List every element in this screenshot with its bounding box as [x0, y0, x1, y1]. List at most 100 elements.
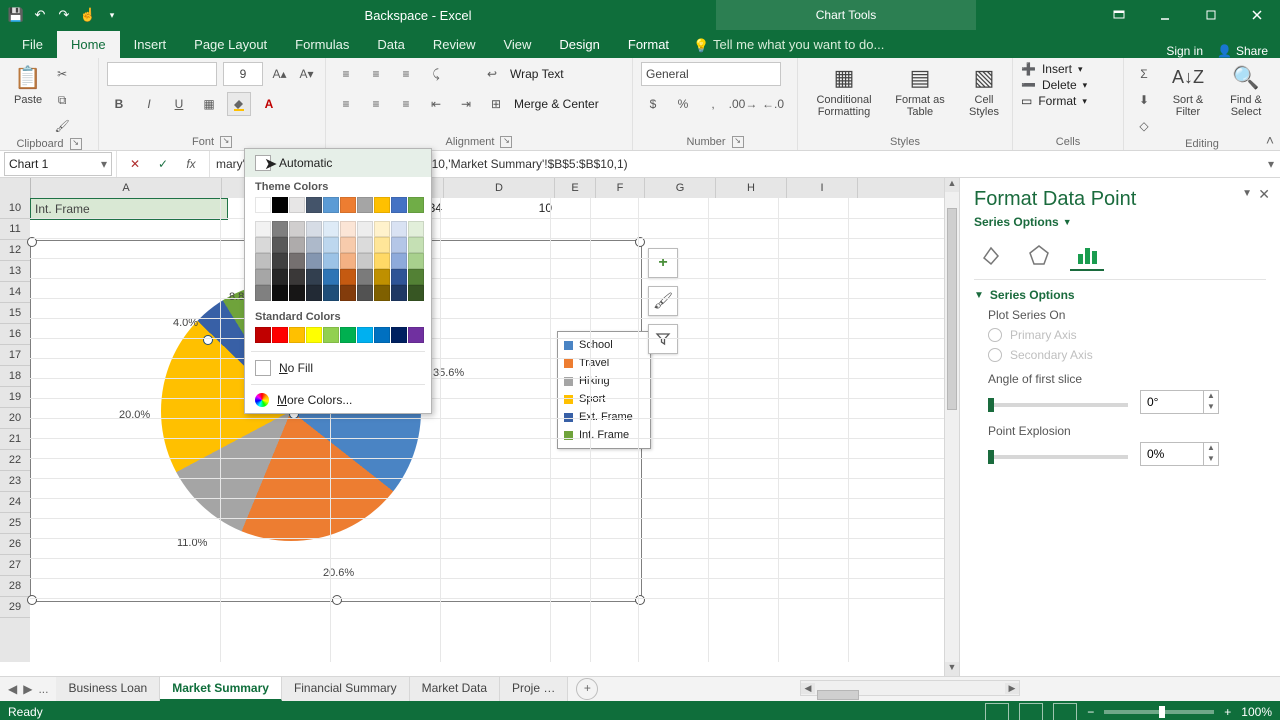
number-dialog-launcher[interactable]: ↘ — [732, 136, 744, 148]
tell-me-input[interactable]: 💡 Tell me what you want to do... — [683, 31, 1166, 58]
autosum-icon[interactable]: Σ — [1132, 62, 1156, 86]
legend-item[interactable]: Sport — [564, 390, 644, 408]
color-swatch[interactable] — [323, 237, 339, 253]
wrap-text-button[interactable]: Wrap Text — [510, 67, 564, 81]
save-icon[interactable]: 💾 — [8, 7, 24, 23]
borders-icon[interactable]: ▦ — [197, 92, 221, 116]
font-name-input[interactable] — [107, 62, 217, 86]
number-format-select[interactable] — [641, 62, 781, 86]
sheets-more-icon[interactable]: ... — [38, 682, 48, 696]
clipboard-dialog-launcher[interactable]: ↘ — [70, 138, 82, 150]
color-swatch[interactable] — [340, 253, 356, 269]
angle-input[interactable] — [1141, 392, 1203, 412]
row-header-13[interactable]: 13 — [0, 261, 30, 282]
color-swatch[interactable] — [391, 253, 407, 269]
horizontal-scrollbar[interactable]: ◀ ▶ — [800, 680, 1020, 696]
maximize-icon[interactable] — [1188, 0, 1234, 30]
resize-handle[interactable] — [332, 595, 342, 605]
color-swatch[interactable] — [323, 285, 339, 301]
explosion-spinbox[interactable]: ▲▼ — [1140, 442, 1219, 466]
fill-line-tab-icon[interactable] — [974, 241, 1008, 269]
color-swatch[interactable] — [408, 221, 424, 237]
touch-mode-icon[interactable]: ☝ — [80, 7, 96, 23]
color-swatch[interactable] — [255, 221, 271, 237]
color-swatch[interactable] — [357, 285, 373, 301]
row-header-17[interactable]: 17 — [0, 345, 30, 366]
hscroll-thumb[interactable] — [817, 690, 859, 700]
series-options-section[interactable]: ▼Series Options — [974, 288, 1266, 302]
color-swatch[interactable] — [289, 197, 305, 213]
color-swatch[interactable] — [306, 327, 322, 343]
color-swatch[interactable] — [374, 221, 390, 237]
scroll-thumb[interactable] — [947, 208, 957, 410]
pane-options-icon[interactable]: ▼ — [1242, 188, 1252, 199]
paste-button[interactable]: 📋 Paste — [8, 62, 48, 108]
color-swatch[interactable] — [323, 327, 339, 343]
automatic-color-item[interactable]: Automatic — [245, 149, 431, 177]
expand-formula-bar-icon[interactable]: ▾ — [1262, 157, 1280, 171]
clear-icon[interactable]: ◇ — [1132, 114, 1156, 138]
qat-dropdown-icon[interactable]: ▾ — [104, 7, 120, 23]
cut-icon[interactable]: ✂ — [50, 62, 74, 86]
color-swatch[interactable] — [374, 253, 390, 269]
series-options-tab-icon[interactable] — [1070, 241, 1104, 271]
delete-cells-button[interactable]: ➖Delete▾ — [1021, 78, 1115, 92]
select-all-corner[interactable] — [0, 178, 31, 199]
color-swatch[interactable] — [289, 253, 305, 269]
row-header-28[interactable]: 28 — [0, 576, 30, 597]
color-swatch[interactable] — [289, 327, 305, 343]
find-select-button[interactable]: 🔍Find & Select — [1220, 62, 1272, 120]
sort-filter-button[interactable]: A↓ZSort & Filter — [1162, 62, 1214, 120]
undo-icon[interactable]: ↶ — [32, 7, 48, 23]
color-swatch[interactable] — [357, 221, 373, 237]
copy-icon[interactable]: ⧉ — [50, 88, 74, 112]
color-swatch[interactable] — [255, 269, 271, 285]
color-swatch[interactable] — [272, 327, 288, 343]
decrease-decimal-icon[interactable]: ←.0 — [761, 92, 785, 116]
sign-in-link[interactable]: Sign in — [1166, 44, 1203, 58]
increase-font-icon[interactable]: A▴ — [269, 62, 290, 86]
fill-color-button[interactable] — [227, 92, 251, 116]
minimize-icon[interactable] — [1142, 0, 1188, 30]
color-swatch[interactable] — [255, 253, 271, 269]
color-swatch[interactable] — [289, 269, 305, 285]
page-layout-view-icon[interactable] — [1019, 703, 1043, 720]
zoom-out-icon[interactable]: − — [1087, 705, 1094, 719]
tab-design[interactable]: Design — [545, 31, 613, 58]
insert-cells-button[interactable]: ➕Insert▾ — [1021, 62, 1115, 76]
font-size-input[interactable] — [223, 62, 263, 86]
color-swatch[interactable] — [306, 197, 322, 213]
row-header-25[interactable]: 25 — [0, 513, 30, 534]
tab-file[interactable]: File — [8, 31, 57, 58]
scroll-down-icon[interactable]: ▼ — [945, 662, 959, 676]
color-swatch[interactable] — [272, 253, 288, 269]
row-header-11[interactable]: 11 — [0, 219, 30, 240]
sheet-tab[interactable]: Financial Summary — [282, 677, 410, 701]
col-header-H[interactable]: H — [716, 178, 787, 198]
decrease-indent-icon[interactable]: ⇤ — [424, 92, 448, 116]
color-swatch[interactable] — [340, 269, 356, 285]
effects-tab-icon[interactable] — [1022, 241, 1056, 269]
color-swatch[interactable] — [306, 221, 322, 237]
align-center-icon[interactable]: ≡ — [364, 92, 388, 116]
percent-format-icon[interactable]: % — [671, 92, 695, 116]
normal-view-icon[interactable] — [985, 703, 1009, 720]
color-swatch[interactable] — [340, 197, 356, 213]
color-swatch[interactable] — [357, 253, 373, 269]
color-swatch[interactable] — [323, 253, 339, 269]
conditional-formatting-button[interactable]: ▦Conditional Formatting — [806, 62, 882, 120]
close-icon[interactable] — [1234, 0, 1280, 30]
explosion-slider[interactable] — [988, 455, 1128, 459]
zoom-in-icon[interactable]: + — [1224, 705, 1231, 719]
font-dialog-launcher[interactable]: ↘ — [220, 136, 232, 148]
row-header-10[interactable]: 10 — [0, 198, 30, 219]
color-swatch[interactable] — [306, 237, 322, 253]
color-swatch[interactable] — [255, 237, 271, 253]
row-header-16[interactable]: 16 — [0, 324, 30, 345]
bold-button[interactable]: B — [107, 92, 131, 116]
color-swatch[interactable] — [408, 253, 424, 269]
cell-D10[interactable]: 10 — [440, 198, 556, 219]
color-swatch[interactable] — [374, 197, 390, 213]
color-swatch[interactable] — [323, 269, 339, 285]
row-header-19[interactable]: 19 — [0, 387, 30, 408]
